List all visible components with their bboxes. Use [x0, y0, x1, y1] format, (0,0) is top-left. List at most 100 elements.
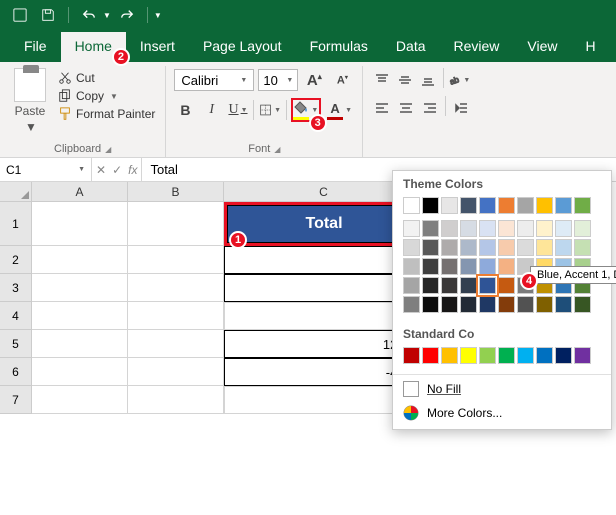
tab-page-layout[interactable]: Page Layout: [189, 32, 296, 62]
color-swatch[interactable]: [574, 197, 591, 214]
cell-A1[interactable]: [32, 202, 128, 246]
color-swatch[interactable]: [574, 296, 591, 313]
color-swatch[interactable]: [479, 220, 496, 237]
row-header-2[interactable]: 2: [0, 246, 32, 274]
increase-font-button[interactable]: A▴: [302, 68, 326, 92]
enter-formula-icon[interactable]: ✓: [112, 163, 122, 177]
no-fill-button[interactable]: No Fill: [393, 377, 611, 401]
cell-A7[interactable]: [32, 386, 128, 414]
color-swatch[interactable]: [422, 239, 439, 256]
name-box[interactable]: C1▼: [0, 158, 92, 181]
color-swatch[interactable]: [536, 296, 553, 313]
decrease-indent-button[interactable]: [450, 96, 472, 120]
color-swatch[interactable]: [498, 296, 515, 313]
color-swatch[interactable]: [422, 258, 439, 275]
color-swatch[interactable]: [403, 296, 420, 313]
cut-button[interactable]: Cut: [56, 70, 157, 86]
tab-insert[interactable]: Insert: [126, 32, 189, 62]
color-swatch[interactable]: [460, 197, 477, 214]
save-icon[interactable]: [36, 3, 60, 27]
color-swatch[interactable]: [574, 347, 591, 364]
row-header-6[interactable]: 6: [0, 358, 32, 386]
color-swatch[interactable]: [517, 239, 534, 256]
font-color-button[interactable]: A ▼: [325, 98, 355, 122]
color-swatch[interactable]: [422, 296, 439, 313]
copy-button[interactable]: Copy ▼: [56, 88, 157, 104]
align-top-button[interactable]: [371, 68, 392, 92]
cell-B7[interactable]: [128, 386, 224, 414]
insert-function-icon[interactable]: fx: [128, 163, 137, 177]
align-center-button[interactable]: [395, 96, 417, 120]
color-swatch[interactable]: [460, 239, 477, 256]
color-swatch[interactable]: [555, 239, 572, 256]
color-swatch[interactable]: [441, 296, 458, 313]
color-swatch[interactable]: [517, 296, 534, 313]
borders-button[interactable]: ▼: [258, 98, 282, 122]
color-swatch[interactable]: [498, 277, 515, 294]
color-swatch[interactable]: [574, 239, 591, 256]
color-swatch[interactable]: [403, 277, 420, 294]
color-swatch[interactable]: [441, 258, 458, 275]
color-swatch[interactable]: [536, 197, 553, 214]
fill-color-button[interactable]: ▼ 3: [291, 98, 321, 122]
cell-B2[interactable]: [128, 246, 224, 274]
color-swatch[interactable]: [441, 277, 458, 294]
color-swatch[interactable]: [536, 220, 553, 237]
column-header-A[interactable]: A: [32, 182, 128, 202]
color-swatch[interactable]: [441, 347, 458, 364]
align-left-button[interactable]: [371, 96, 393, 120]
color-swatch[interactable]: [441, 220, 458, 237]
color-swatch[interactable]: [441, 197, 458, 214]
font-name-select[interactable]: Calibri▼: [174, 69, 254, 91]
color-swatch[interactable]: [498, 197, 515, 214]
color-swatch[interactable]: [403, 197, 420, 214]
column-header-B[interactable]: B: [128, 182, 224, 202]
color-swatch[interactable]: [422, 220, 439, 237]
redo-icon[interactable]: [115, 3, 139, 27]
row-header-5[interactable]: 5: [0, 330, 32, 358]
bold-button[interactable]: B: [174, 98, 196, 122]
paste-button[interactable]: Paste ▼: [8, 68, 52, 134]
orientation-button[interactable]: ab▼: [447, 68, 471, 92]
color-swatch[interactable]: [403, 347, 420, 364]
tab-file[interactable]: File: [10, 32, 61, 62]
color-swatch[interactable]: [498, 220, 515, 237]
color-swatch[interactable]: [498, 258, 515, 275]
cancel-formula-icon[interactable]: ✕: [96, 163, 106, 177]
color-swatch[interactable]: [555, 220, 572, 237]
row-header-7[interactable]: 7: [0, 386, 32, 414]
row-header-4[interactable]: 4: [0, 302, 32, 330]
font-size-select[interactable]: 10▼: [258, 69, 298, 91]
decrease-font-button[interactable]: A▾: [330, 68, 354, 92]
color-swatch[interactable]: [460, 220, 477, 237]
row-header-3[interactable]: 3: [0, 274, 32, 302]
cell-B1[interactable]: [128, 202, 224, 246]
color-swatch[interactable]: [441, 239, 458, 256]
cell-B6[interactable]: [128, 358, 224, 386]
font-launcher-icon[interactable]: ◢: [274, 145, 280, 154]
color-swatch[interactable]: [403, 239, 420, 256]
cell-B3[interactable]: [128, 274, 224, 302]
undo-icon[interactable]: [77, 3, 101, 27]
color-swatch[interactable]: [517, 347, 534, 364]
more-colors-button[interactable]: More Colors...: [393, 401, 611, 425]
color-swatch[interactable]: [479, 277, 496, 294]
cell-A4[interactable]: [32, 302, 128, 330]
color-swatch[interactable]: [479, 347, 496, 364]
tab-help[interactable]: H: [572, 32, 610, 62]
color-swatch[interactable]: [422, 347, 439, 364]
undo-dropdown[interactable]: ▼: [103, 11, 111, 20]
select-all-button[interactable]: [0, 182, 32, 202]
cell-A3[interactable]: [32, 274, 128, 302]
color-swatch[interactable]: [479, 258, 496, 275]
format-painter-button[interactable]: Format Painter: [56, 106, 157, 122]
align-right-button[interactable]: [419, 96, 441, 120]
color-swatch[interactable]: [422, 277, 439, 294]
tab-home[interactable]: Home 2: [61, 32, 126, 62]
align-middle-button[interactable]: [394, 68, 415, 92]
tab-view[interactable]: View: [513, 32, 571, 62]
row-header-1[interactable]: 1: [0, 202, 32, 246]
tab-data[interactable]: Data: [382, 32, 440, 62]
color-swatch[interactable]: [460, 277, 477, 294]
color-swatch[interactable]: [498, 239, 515, 256]
